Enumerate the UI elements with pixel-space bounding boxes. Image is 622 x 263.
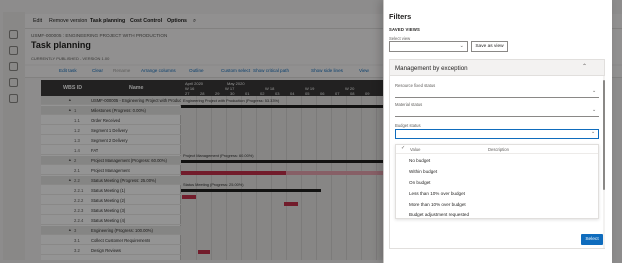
chevron-down-icon: ⌄: [591, 89, 596, 94]
select-view-dropdown[interactable]: ⌄: [389, 41, 468, 52]
option-within-budget[interactable]: Within budget: [409, 169, 437, 174]
dropdown-header: ✓ Value Description: [396, 145, 598, 154]
chevron-down-icon: ⌄: [591, 108, 596, 113]
column-description: Description: [488, 147, 509, 152]
panel-title: Filters: [389, 12, 412, 21]
option-more-than-10-over[interactable]: More than 10% over budget: [409, 202, 466, 207]
budget-status-dropdown-list: ✓ Value Description No budget Within bud…: [395, 144, 599, 219]
filters-panel: Filters SAVED VIEWS Select view ⌄ Save a…: [383, 0, 612, 263]
material-status-label: Material status: [395, 102, 423, 107]
option-on-budget[interactable]: On budget: [409, 180, 430, 185]
scrollbar-thumb[interactable]: [603, 80, 605, 190]
saved-views-heading: SAVED VIEWS: [389, 27, 420, 32]
resource-fixed-status-field[interactable]: ⌄: [395, 89, 599, 98]
check-icon[interactable]: ✓: [401, 146, 405, 151]
chevron-up-icon[interactable]: ⌃: [582, 63, 587, 70]
budget-status-field[interactable]: ⌄: [395, 129, 599, 139]
option-less-than-10-over[interactable]: Less than 10% over budget: [409, 191, 465, 196]
option-budget-adjustment-requested[interactable]: Budget adjustment requested: [409, 212, 469, 217]
management-by-exception-section: Management by exception ⌃ Resource fixed…: [389, 59, 605, 249]
option-no-budget[interactable]: No budget: [409, 158, 430, 163]
budget-status-label: Budget status: [395, 123, 421, 128]
material-status-field[interactable]: ⌄: [395, 108, 599, 117]
select-button[interactable]: Select: [581, 234, 603, 245]
save-as-view-button[interactable]: Save as view: [471, 41, 508, 52]
resource-fixed-status-label: Resource fixed status: [395, 83, 436, 88]
chevron-down-icon: ⌄: [590, 130, 595, 135]
section-header[interactable]: Management by exception ⌃: [390, 60, 604, 76]
chevron-down-icon: ⌄: [459, 43, 464, 49]
column-value: Value: [410, 147, 421, 152]
section-title: Management by exception: [395, 65, 468, 72]
